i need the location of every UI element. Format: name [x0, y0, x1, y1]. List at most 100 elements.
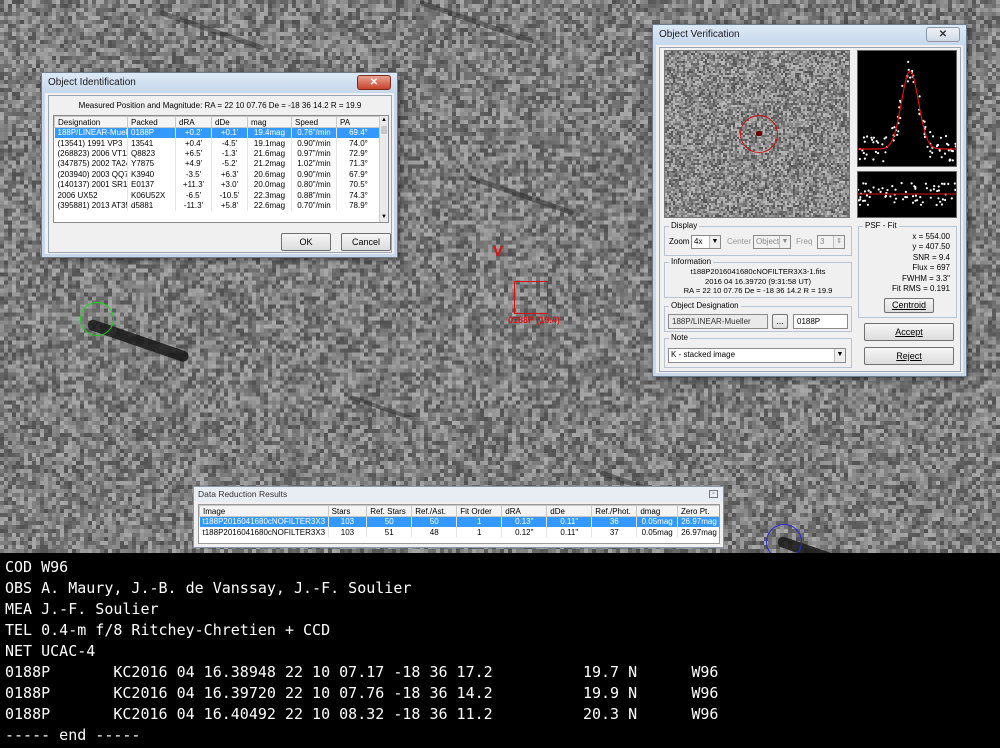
- psf-sample-point: [909, 76, 912, 79]
- centroid-button[interactable]: Centroid: [884, 298, 934, 313]
- column-header[interactable]: Zero Pt.: [677, 505, 719, 517]
- psf-fit-line: SNR = 9.4: [912, 252, 950, 262]
- table-row[interactable]: (13541) 1991 VP3 13541 +0.4' -4.5' 19.1mag 0.…: [54, 137, 381, 149]
- zoom-select[interactable]: 4x ▼: [691, 235, 721, 249]
- window-titlebar[interactable]: Object Identification ✕: [42, 73, 397, 93]
- information-line: t188P2016041680cNOFILTER3X3-1.fits: [690, 267, 826, 276]
- table-cell: 188P/LINEAR-Muelle: [54, 127, 128, 138]
- psf-sample-point: [882, 160, 885, 163]
- table-cell: 0.70"/min: [291, 200, 337, 211]
- column-header[interactable]: Designation: [54, 116, 128, 128]
- window-titlebar[interactable]: Data Reduction Results ▫: [194, 487, 723, 502]
- column-header[interactable]: Image: [199, 505, 329, 517]
- column-header[interactable]: Speed: [291, 116, 337, 128]
- close-icon[interactable]: ✕: [357, 75, 391, 90]
- table-row[interactable]: (347875) 2002 TA24 Y7875 +4.9' -5.2' 21.2mag…: [54, 158, 381, 170]
- table-cell: +0.4': [175, 137, 212, 149]
- table-row[interactable]: (203940) 2003 QQ77 K3940 -3.5' +6.3' 20.6mag…: [54, 169, 381, 180]
- table-cell: Y7875: [127, 158, 176, 170]
- residual-point: [869, 191, 872, 194]
- column-header[interactable]: Fit Order: [456, 505, 503, 517]
- table-cell: E0137: [127, 179, 176, 190]
- close-icon[interactable]: ✕: [926, 27, 960, 42]
- designation-field[interactable]: 188P/LINEAR-Mueller: [668, 314, 768, 329]
- information-group-label: Information: [669, 257, 714, 266]
- center-select-value: Object: [756, 237, 780, 246]
- table-row[interactable]: 188P/LINEAR-Muelle 0188P +0.2' +0.1' 19.4mag…: [54, 127, 381, 138]
- table-row[interactable]: (268823) 2006 VT111 Q8823 +6.5' -1.3' 21.6ma…: [54, 148, 381, 159]
- column-header[interactable]: Ref. Stars: [366, 505, 413, 517]
- ok-button[interactable]: OK: [281, 233, 331, 251]
- residual-point: [889, 195, 892, 198]
- residual-point: [900, 182, 903, 185]
- residual-point: [941, 182, 944, 185]
- chevron-down-icon[interactable]: ▼: [709, 236, 720, 248]
- stepper-arrows-icon[interactable]: ⇕: [833, 236, 844, 248]
- information-line: RA = 22 10 07.76 De = -18 36 14.2 R = 19…: [683, 286, 833, 296]
- psf-sample-point: [865, 153, 868, 156]
- table-cell: 50: [366, 516, 413, 527]
- table-row[interactable]: t188P2016041680cNOFILTER3X3 103 50 50 1 0.13"…: [199, 516, 719, 527]
- column-header[interactable]: dDe: [546, 505, 593, 517]
- packed-field[interactable]: 0188P: [793, 314, 848, 329]
- psf-sample-point: [954, 142, 957, 145]
- scroll-down-icon[interactable]: ▼: [380, 213, 388, 222]
- table-cell: -10.5': [211, 189, 248, 201]
- display-group-label: Display: [669, 221, 700, 230]
- psf-profile-plot: [857, 50, 957, 167]
- window-titlebar[interactable]: Object Verification ✕: [653, 25, 966, 45]
- column-header[interactable]: dDe: [211, 116, 248, 128]
- data-reduction-window[interactable]: Data Reduction Results ▫ Image Stars Ref. …: [193, 486, 724, 548]
- note-group: Note K - stacked image ▼: [664, 333, 852, 368]
- column-header[interactable]: mag: [247, 116, 292, 128]
- column-header[interactable]: Ref./Phot.: [591, 505, 638, 517]
- column-header[interactable]: Packed: [127, 116, 176, 128]
- psf-sample-point: [945, 142, 949, 145]
- psf-fit-line: FWHM = 3.3": [902, 273, 950, 283]
- table-cell: Q8823: [127, 148, 176, 159]
- object-identification-window[interactable]: Object Identification ✕ Measured Positio…: [41, 72, 398, 258]
- scroll-up-icon[interactable]: ▲: [380, 116, 388, 125]
- column-header[interactable]: dRA: [501, 505, 548, 517]
- designation-browse-button[interactable]: ...: [772, 314, 788, 329]
- object-verification-window[interactable]: Object Verification ✕ Display Zoom 4x ▼ …: [652, 24, 967, 377]
- table-cell: -5.2': [211, 158, 248, 170]
- residual-point: [937, 197, 940, 200]
- scroll-thumb[interactable]: [381, 126, 387, 134]
- residual-point: [940, 203, 944, 206]
- column-header[interactable]: dmag: [636, 505, 679, 517]
- table-cell: -3.5': [175, 169, 212, 180]
- table-scrollbar[interactable]: ▲ ▼: [379, 116, 388, 222]
- column-header[interactable]: Ref./Ast.: [411, 505, 458, 517]
- report-line: 0188P KC2016 04 16.39720 22 10 07.76 -18…: [5, 684, 719, 702]
- target-box[interactable]: [514, 281, 548, 314]
- restore-icon[interactable]: ▫: [709, 490, 718, 498]
- psf-sample-point: [862, 136, 865, 139]
- table-row[interactable]: (395881) 2013 AT35 d5881 -11.3' +5.8' 22.6ma…: [54, 200, 381, 211]
- table-cell: (347875) 2002 TA24: [54, 158, 128, 170]
- note-select-value: K - stacked image: [671, 350, 736, 359]
- freq-stepper[interactable]: 3 ⇕: [817, 235, 845, 249]
- note-select[interactable]: K - stacked image ▼: [668, 348, 846, 363]
- center-select[interactable]: Object ▼: [753, 235, 791, 249]
- table-cell: 22.3mag: [247, 189, 292, 201]
- table-cell: 37: [591, 526, 638, 538]
- cancel-button[interactable]: Cancel: [341, 233, 391, 251]
- chevron-down-icon[interactable]: ▼: [834, 349, 845, 362]
- measured-position-text: Measured Position and Magnitude: RA = 22…: [78, 101, 362, 110]
- zoom-thumbnail: [664, 50, 850, 218]
- column-header[interactable]: dRA: [175, 116, 212, 128]
- accept-button[interactable]: Accept: [864, 323, 954, 341]
- table-row[interactable]: 2006 UX52 K06U52X -6.5' -10.5' 22.3mag 0.88"/…: [54, 189, 381, 201]
- residual-point: [862, 199, 865, 202]
- residual-point: [866, 203, 869, 206]
- table-cell: +6.3': [211, 169, 248, 180]
- table-row[interactable]: t188P2016041680cNOFILTER3X3 103 51 48 1 0.12"…: [199, 526, 719, 538]
- chevron-down-icon[interactable]: ▼: [779, 236, 790, 248]
- column-header[interactable]: PA: [336, 116, 381, 128]
- residual-point: [877, 188, 880, 191]
- residual-point: [919, 203, 923, 206]
- reject-button[interactable]: Reject: [864, 347, 954, 365]
- column-header[interactable]: Stars: [327, 505, 368, 517]
- table-row[interactable]: (140137) 2001 SR151E0137+11.3'+3.0'20.0m…: [54, 179, 381, 190]
